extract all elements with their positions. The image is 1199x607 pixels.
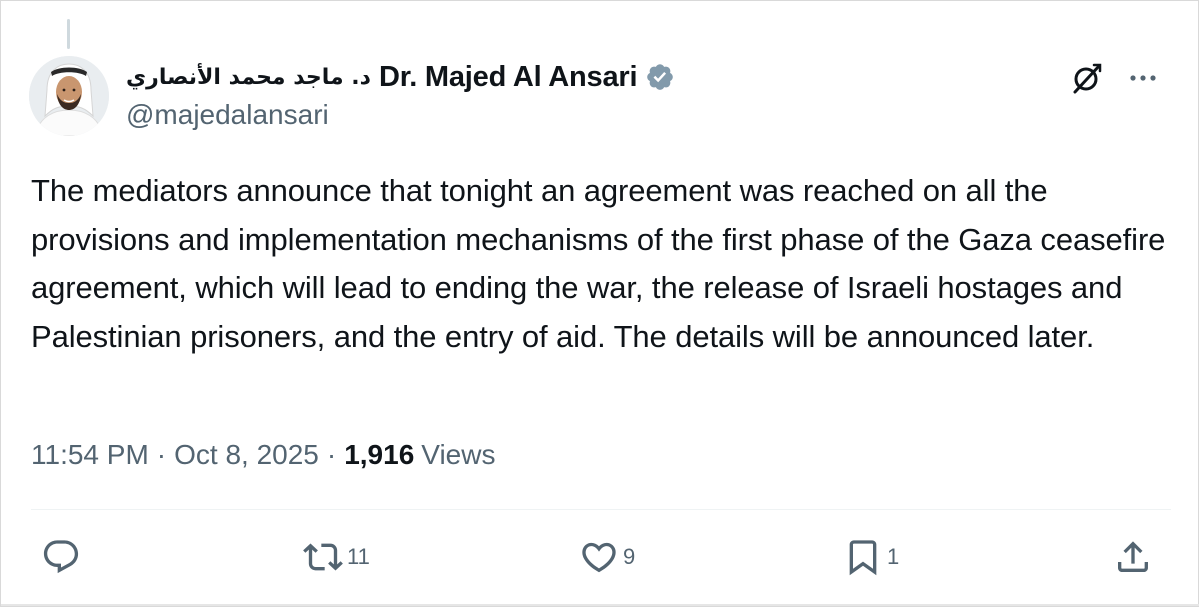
reply-icon	[43, 540, 79, 574]
heart-icon	[582, 542, 616, 573]
meta-separator: ·	[156, 439, 167, 470]
name-row: د. ماجد محمد الأنصاري Dr. Majed Al Ansar…	[126, 57, 1026, 97]
bookmark-count: 1	[887, 544, 900, 569]
bookmark-button[interactable]: 1	[843, 537, 899, 577]
author-arabic-name[interactable]: د. ماجد محمد الأنصاري	[126, 65, 371, 90]
avatar-photo	[29, 56, 109, 136]
verified-badge-icon[interactable]	[645, 62, 675, 92]
thread-line	[67, 19, 70, 49]
bottom-border	[1, 604, 1199, 606]
repost-button[interactable]: 11	[303, 537, 370, 577]
like-button[interactable]: 9	[579, 537, 635, 577]
post-header: د. ماجد محمد الأنصاري Dr. Majed Al Ansar…	[126, 57, 1026, 131]
share-icon	[1118, 541, 1148, 572]
reply-button[interactable]	[41, 537, 85, 577]
more-icon[interactable]	[1126, 61, 1160, 95]
post-date[interactable]: Oct 8, 2025	[174, 439, 319, 471]
post-time[interactable]: 11:54 PM	[31, 439, 149, 471]
repost-count: 11	[347, 544, 370, 569]
like-count: 9	[623, 544, 636, 569]
meta-separator: ·	[326, 439, 337, 470]
avatar[interactable]	[29, 56, 109, 136]
action-bar: 11 9 1	[1, 537, 1199, 585]
post-card: د. ماجد محمد الأنصاري Dr. Majed Al Ansar…	[0, 0, 1199, 607]
divider	[31, 509, 1171, 510]
post-meta: 11:54 PM · Oct 8, 2025 · 1,916 Views	[31, 439, 495, 471]
author-display-name[interactable]: Dr. Majed Al Ansari	[379, 61, 638, 94]
header-actions	[1070, 61, 1160, 95]
repost-icon	[303, 543, 343, 571]
bookmark-icon	[849, 540, 877, 576]
views-count: 1,916	[344, 439, 415, 470]
views-label: Views	[421, 439, 496, 470]
grok-icon[interactable]	[1070, 61, 1104, 95]
share-button[interactable]	[1113, 537, 1153, 577]
author-handle[interactable]: @majedalansari	[126, 99, 1026, 131]
post-text: The mediators announce that tonight an a…	[31, 173, 1166, 354]
